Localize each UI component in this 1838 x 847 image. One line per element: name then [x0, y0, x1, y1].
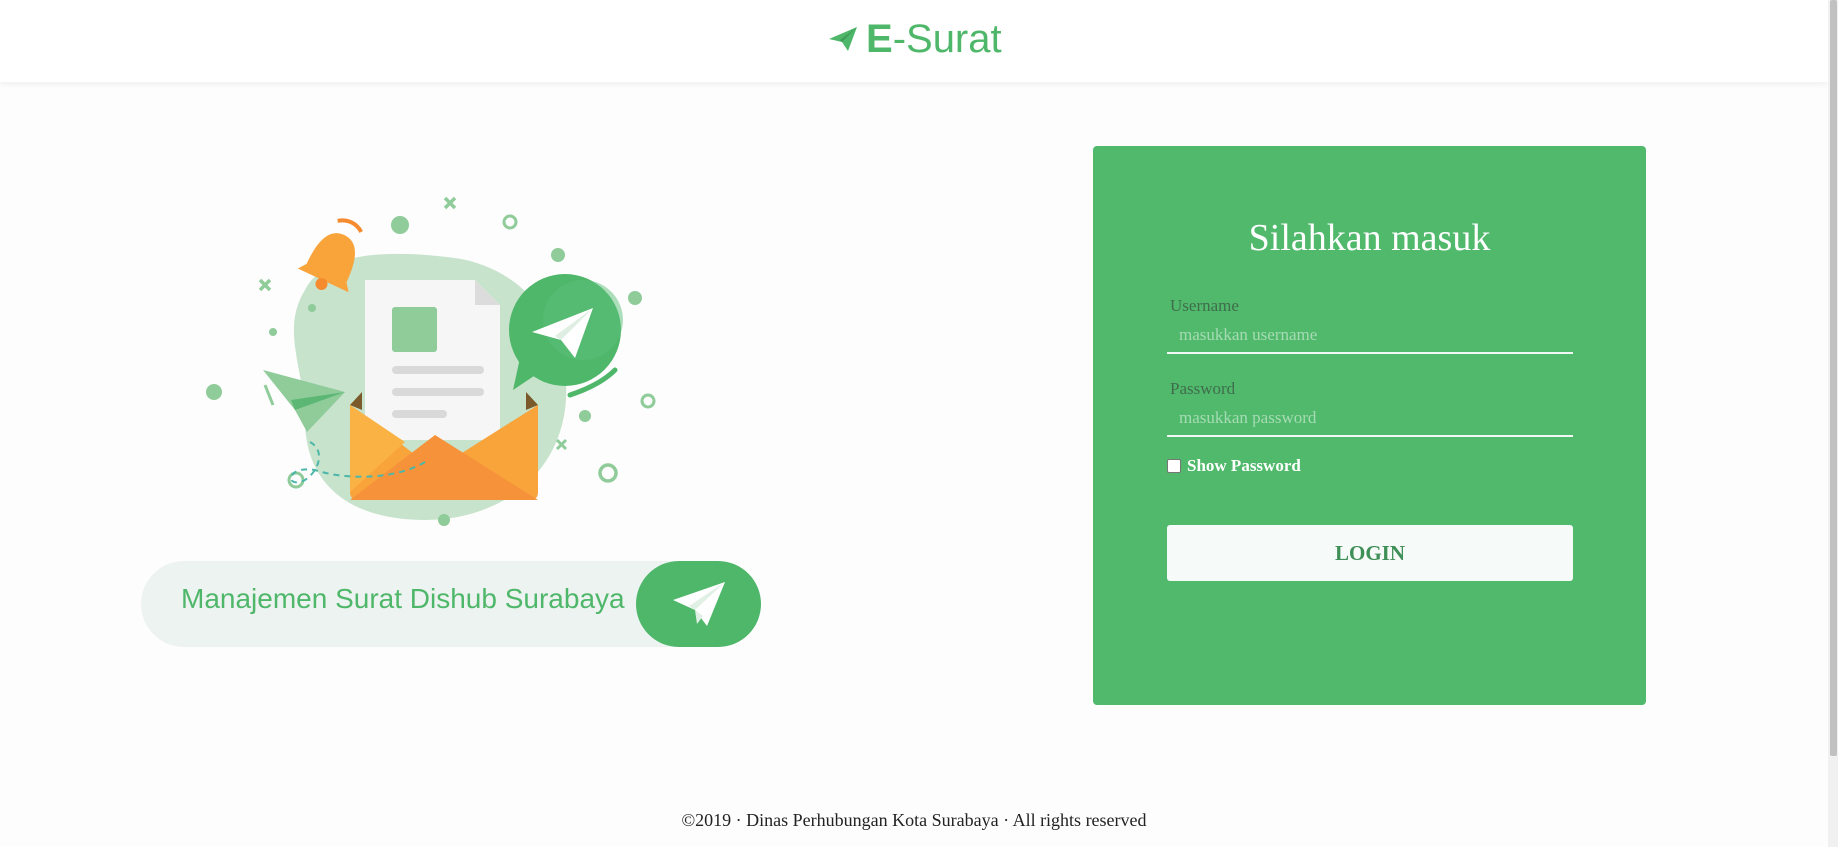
- show-password-checkbox[interactable]: [1167, 459, 1181, 473]
- password-label: Password: [1170, 379, 1236, 398]
- tagline-text: Manajemen Surat Dishub Surabaya: [181, 583, 625, 614]
- brand-name: E-Surat: [866, 16, 1002, 61]
- username-input[interactable]: [1167, 318, 1573, 354]
- paper-plane-icon: [672, 582, 725, 626]
- show-password-label[interactable]: Show Password: [1187, 456, 1301, 476]
- top-navbar: E-Surat: [0, 0, 1828, 82]
- username-label: Username: [1170, 296, 1239, 315]
- password-input[interactable]: [1167, 401, 1573, 437]
- login-card: Silahkan masuk Username Password Show Pa…: [1093, 146, 1646, 705]
- login-title: Silahkan masuk: [1248, 217, 1491, 259]
- tagline-send-button[interactable]: [636, 561, 761, 647]
- show-password-toggle[interactable]: Show Password: [1167, 456, 1301, 476]
- paper-plane-icon: [829, 27, 857, 51]
- login-button[interactable]: LOGIN: [1167, 525, 1573, 581]
- brand-logo[interactable]: E-Surat: [828, 14, 1002, 64]
- footer-copyright: ©2019 · Dinas Perhubungan Kota Surabaya …: [681, 810, 1147, 830]
- mail-illustration: [206, 196, 656, 526]
- tagline-pill: Manajemen Surat Dishub Surabaya: [141, 561, 761, 647]
- page-scrollbar-thumb[interactable]: [1830, 0, 1837, 756]
